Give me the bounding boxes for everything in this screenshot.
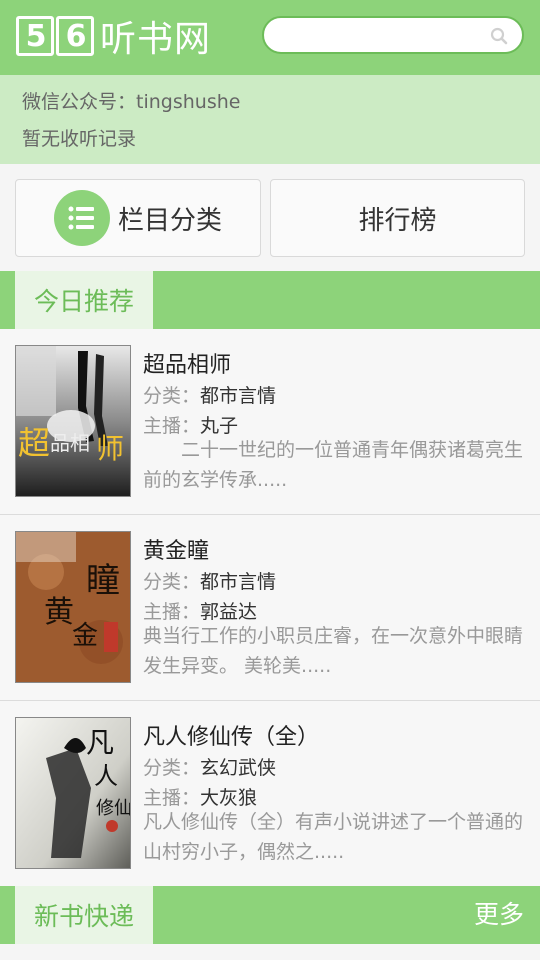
new-books-section-title: 新书快递 — [15, 886, 153, 944]
category-label: 分类： — [143, 757, 201, 779]
cover-title-1: 超 — [18, 424, 50, 462]
book-item[interactable]: 凡 人 修仙 凡人修仙传（全） 分类：玄幻武侠 主播：大灰狼 凡人修仙传（全）有… — [0, 701, 540, 887]
search-icon[interactable] — [490, 27, 508, 45]
category-label: 分类： — [143, 385, 201, 407]
cover-title-1: 黄 — [44, 595, 74, 630]
host-value: 郭益达 — [200, 601, 258, 623]
book-item[interactable]: 超 品相 师 超品相师 分类：都市言情 主播：丸子 二十一世纪的一位普通青年偶获… — [0, 329, 540, 515]
site-logo[interactable]: 5 6 听书网 — [16, 15, 211, 60]
header-bar: 5 6 听书网 — [0, 0, 540, 75]
cover-title-2: 瞳 — [86, 561, 120, 601]
category-value: 都市言情 — [200, 571, 277, 593]
book-cover[interactable]: 凡 人 修仙 — [15, 717, 131, 869]
book-title[interactable]: 凡人修仙传（全） — [143, 719, 319, 751]
listen-history-text[interactable]: 暂无收听记录 — [22, 124, 136, 151]
book-description: 典当行工作的小职员庄睿，在一次意外中眼睛发生异变。 美轮美..... — [143, 625, 524, 677]
category-value: 玄幻武侠 — [200, 757, 277, 779]
today-section-header: 今日推荐 — [0, 271, 540, 329]
today-section-title: 今日推荐 — [15, 271, 153, 329]
ranking-button[interactable]: 排行榜 — [270, 179, 525, 257]
book-description: 凡人修仙传（全）有声小说讲述了一个普通的山村穷小子，偶然之..... — [143, 811, 524, 863]
category-value: 都市言情 — [200, 385, 277, 407]
book-cover[interactable]: 超 品相 师 — [15, 345, 131, 497]
cover-title-3: 师 — [96, 432, 124, 465]
search-input[interactable] — [280, 24, 480, 46]
book-description: 二十一世纪的一位普通青年偶获诸葛亮生前的玄学传承..... — [143, 439, 524, 491]
search-box[interactable] — [262, 16, 524, 54]
book-title[interactable]: 黄金瞳 — [143, 533, 209, 565]
wechat-account-text: 微信公众号：tingshushe — [22, 91, 241, 113]
notice-panel: 微信公众号：tingshushe 暂无收听记录 — [0, 75, 540, 164]
host-value: 大灰狼 — [200, 787, 258, 809]
category-label: 分类： — [143, 571, 201, 593]
book-host: 主播：大灰狼 — [143, 783, 257, 810]
logo-text: 听书网 — [100, 19, 212, 60]
host-label: 主播： — [143, 787, 201, 809]
cover-title-2: 人 — [94, 762, 118, 790]
list-icon — [53, 190, 110, 246]
logo-digit: 6 — [56, 16, 94, 56]
book-cover[interactable]: 黄 瞳 金 — [15, 531, 131, 683]
new-books-section-header: 新书快递 更多 — [0, 886, 540, 944]
book-category: 分类：都市言情 — [143, 381, 276, 408]
host-label: 主播： — [143, 601, 201, 623]
more-link[interactable]: 更多 — [474, 886, 524, 944]
cover-title-1: 凡 — [86, 726, 114, 759]
category-button-label: 栏目分类 — [117, 205, 222, 236]
book-host: 主播：丸子 — [143, 411, 238, 438]
book-category: 分类：玄幻武侠 — [143, 753, 276, 780]
category-button[interactable]: 栏目分类 — [15, 179, 261, 257]
logo-digit: 5 — [16, 16, 54, 56]
book-item[interactable]: 黄 瞳 金 黄金瞳 分类：都市言情 主播：郭益达 典当行工作的小职员庄睿，在一次… — [0, 515, 540, 701]
book-title[interactable]: 超品相师 — [143, 347, 231, 379]
host-value: 丸子 — [200, 415, 239, 437]
book-host: 主播：郭益达 — [143, 597, 257, 624]
ranking-button-label: 排行榜 — [358, 205, 437, 236]
cover-title-3: 金 — [72, 621, 98, 651]
host-label: 主播： — [143, 415, 201, 437]
cover-title-3: 修仙 — [96, 798, 131, 819]
book-category: 分类：都市言情 — [143, 567, 276, 594]
cover-title-2: 品相 — [50, 431, 90, 455]
